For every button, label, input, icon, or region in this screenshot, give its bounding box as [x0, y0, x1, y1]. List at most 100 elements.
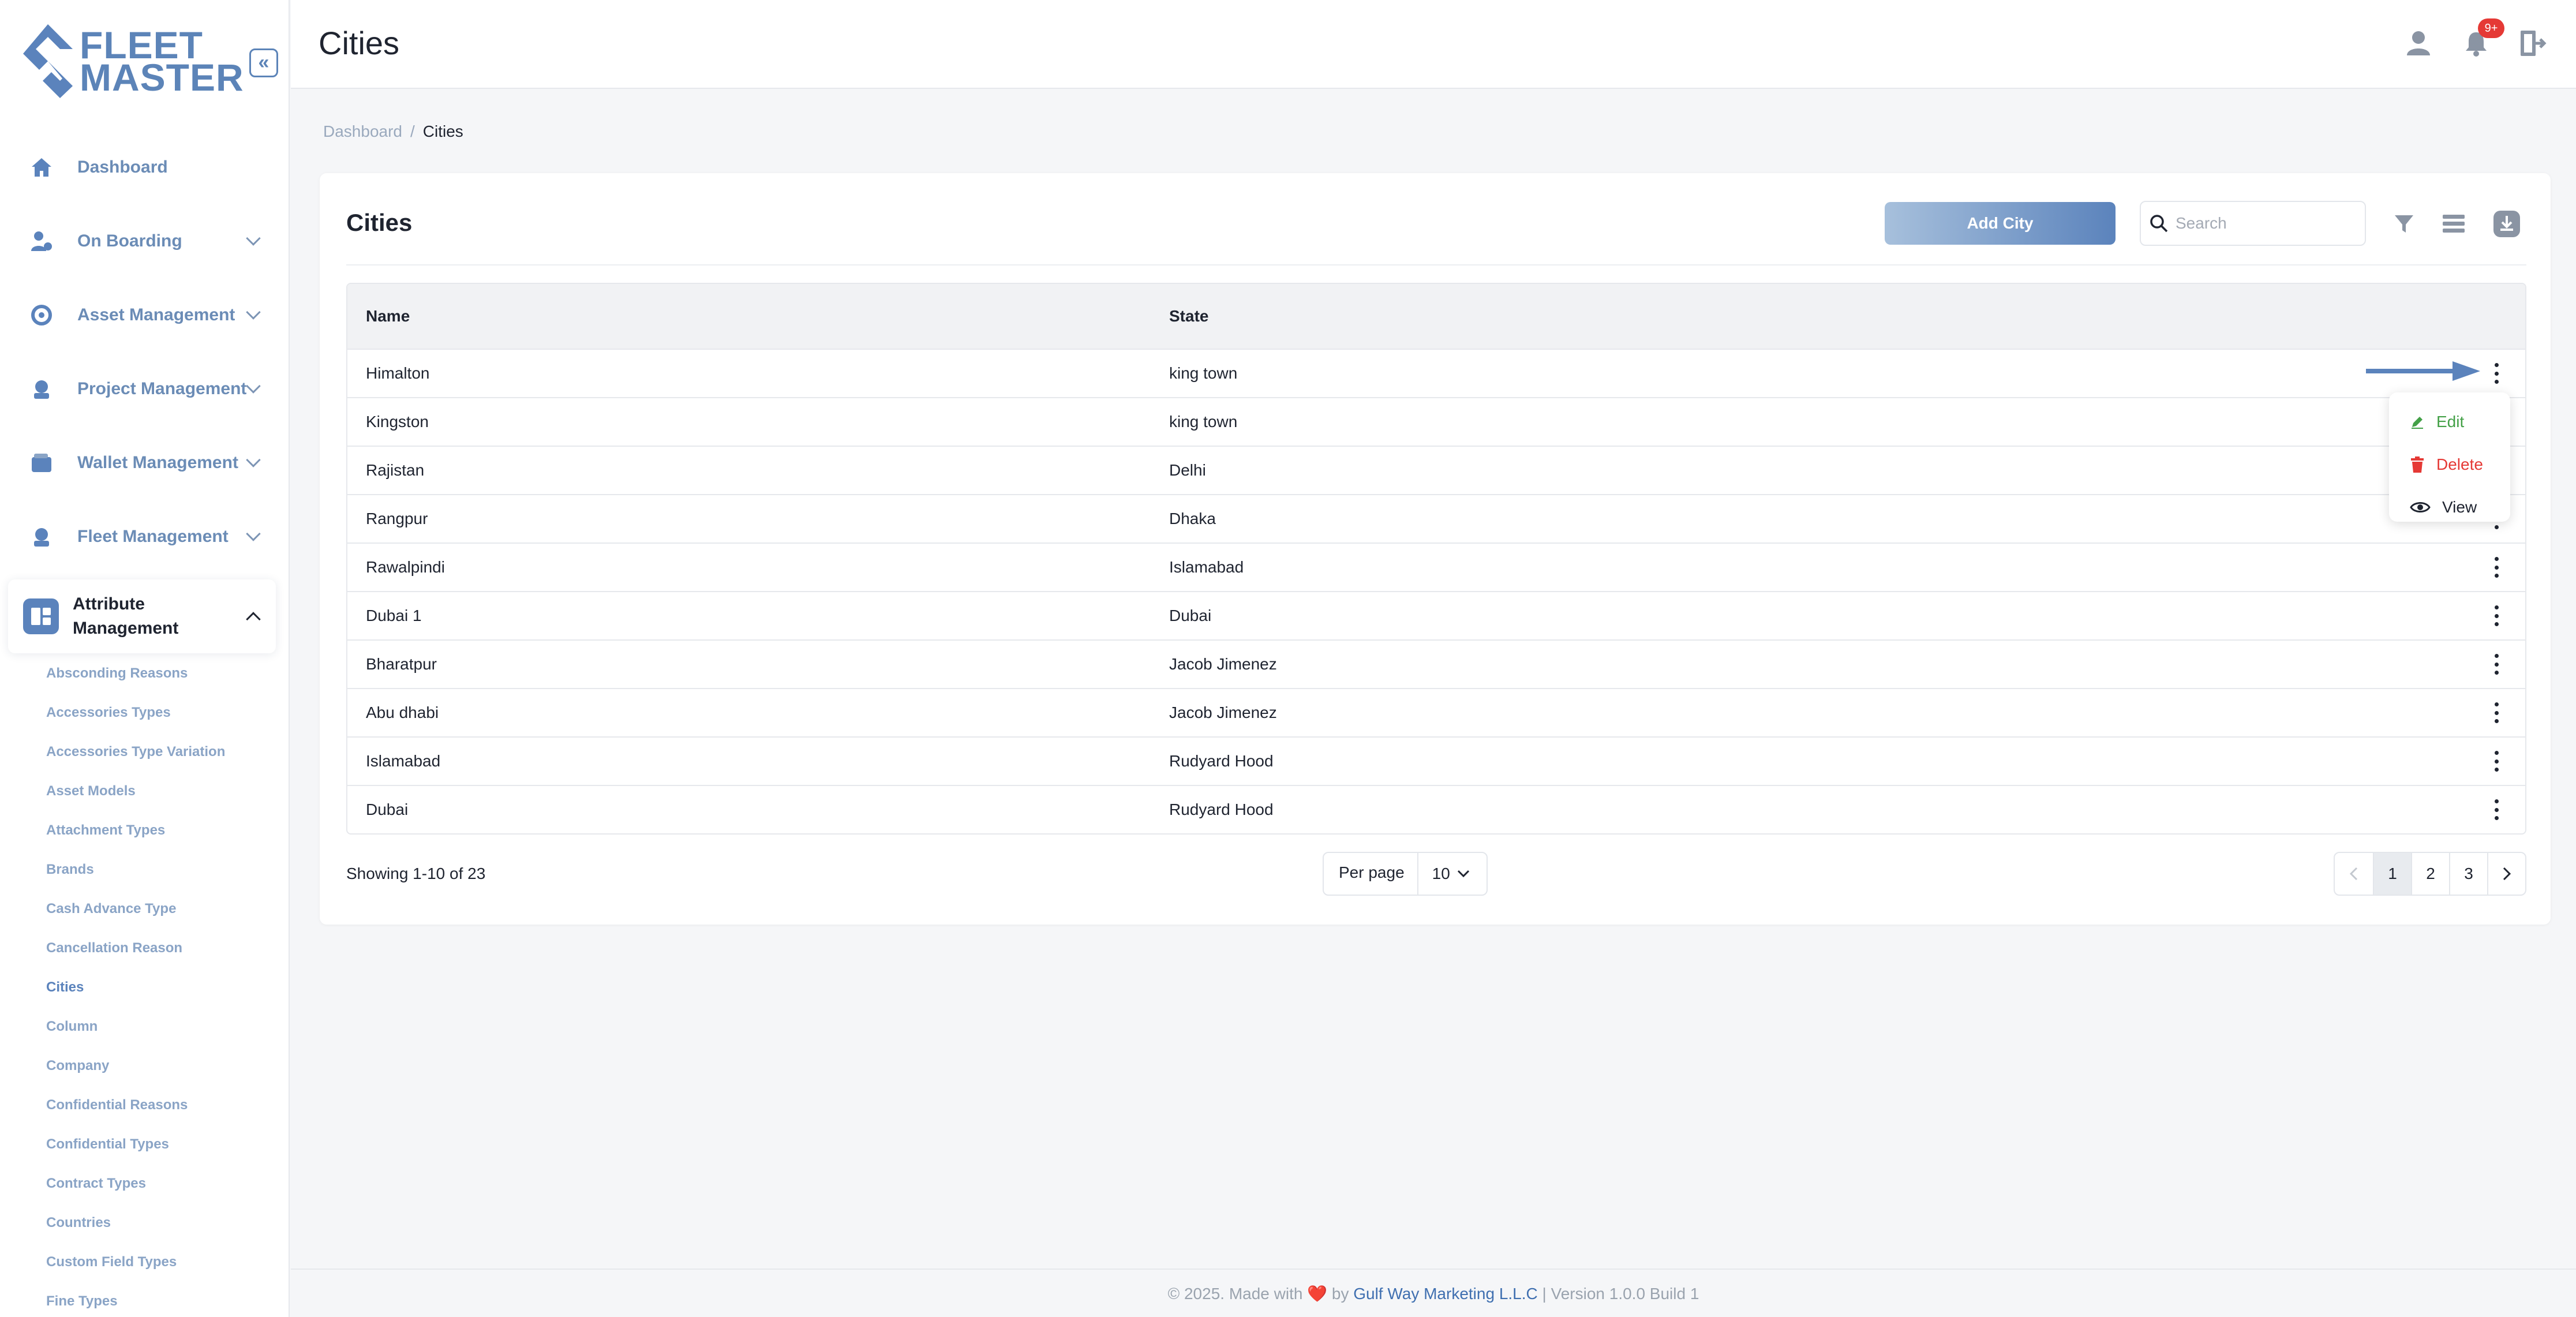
- sidebar-item-label: Wallet Management: [77, 453, 238, 472]
- view-label: View: [2442, 498, 2477, 516]
- footer-version: | Version 1.0.0 Build 1: [1542, 1285, 1699, 1303]
- cell-state: Delhi: [1169, 461, 1206, 479]
- sidebar-item-wallet-management[interactable]: Wallet Management: [8, 426, 276, 500]
- sidebar-item-project-management[interactable]: Project Management: [8, 352, 276, 426]
- footer-company-link[interactable]: Gulf Way Marketing L.L.C: [1353, 1285, 1538, 1303]
- sidebar-item-on-boarding[interactable]: On Boarding: [8, 204, 276, 278]
- sidebar-item-attribute-management[interactable]: Attribute Management: [8, 579, 276, 653]
- subnav-item[interactable]: Accessories Type Variation: [46, 742, 225, 781]
- cell-state: king town: [1169, 413, 1238, 431]
- cell-name: Rangpur: [366, 510, 428, 527]
- subnav-item-cities[interactable]: Cities: [46, 978, 225, 1017]
- table-row: Dubai Rudyard Hood: [347, 785, 2525, 833]
- sidebar-item-dashboard[interactable]: Dashboard: [8, 130, 276, 204]
- logout-icon[interactable]: [2517, 28, 2548, 59]
- chevron-left-icon: [2350, 867, 2358, 881]
- sidebar-item-label: Project Management: [77, 379, 247, 398]
- page-title: Cities: [319, 25, 400, 61]
- home-icon: [29, 155, 54, 180]
- subnav-item[interactable]: Accessories Types: [46, 703, 225, 742]
- subnav-item[interactable]: Asset Models: [46, 781, 225, 821]
- cell-name: Rawalpindi: [366, 558, 445, 576]
- sidebar-item-label: Attribute Management: [73, 594, 179, 638]
- subnav-item[interactable]: Company: [46, 1056, 225, 1095]
- sidebar: FLEET MASTER « Dashboard On Boarding Ass…: [0, 0, 290, 1317]
- row-action-menu: Edit Delete View: [2389, 392, 2510, 522]
- column-header-state[interactable]: State: [1169, 307, 1208, 325]
- filter-icon[interactable]: [2389, 209, 2419, 239]
- heart-icon: ❤️: [1307, 1285, 1328, 1303]
- chevron-up-icon: [246, 612, 261, 627]
- page-button-2[interactable]: 2: [2411, 853, 2449, 895]
- row-actions-icon[interactable]: [2491, 555, 2502, 580]
- cell-name: Bharatpur: [366, 655, 437, 673]
- breadcrumb-dashboard[interactable]: Dashboard: [323, 122, 402, 140]
- chevron-down-icon: [246, 305, 261, 320]
- subnav-item[interactable]: Countries: [46, 1213, 225, 1252]
- view-menu-item[interactable]: View: [2389, 486, 2510, 529]
- per-page-value: 10: [1432, 865, 1450, 882]
- row-actions-icon[interactable]: [2491, 652, 2502, 677]
- subnav-item[interactable]: Cancellation Reason: [46, 938, 225, 978]
- sidebar-item-asset-management[interactable]: Asset Management: [8, 278, 276, 352]
- wallet-icon: [29, 450, 54, 476]
- trash-icon: [2411, 457, 2424, 473]
- footer-by: by: [1331, 1285, 1349, 1303]
- table-row: Bharatpur Jacob Jimenez: [347, 639, 2525, 688]
- sidebar-subnav: Absconding Reasons Accessories Types Acc…: [46, 664, 225, 1317]
- subnav-item[interactable]: Cash Advance Type: [46, 899, 225, 938]
- project-icon: [29, 376, 54, 402]
- subnav-item[interactable]: Brands: [46, 860, 225, 899]
- sidebar-nav: Dashboard On Boarding Asset Management P…: [8, 130, 276, 653]
- logo[interactable]: FLEET MASTER: [22, 23, 244, 99]
- subnav-item[interactable]: Column: [46, 1017, 225, 1056]
- prev-page-button[interactable]: [2335, 853, 2373, 895]
- showing-count: Showing 1-10 of 23: [346, 865, 486, 882]
- chevron-down-icon: [246, 452, 261, 467]
- next-page-button[interactable]: [2487, 853, 2525, 895]
- search-box: [2140, 201, 2366, 246]
- eye-icon: [2410, 502, 2431, 512]
- row-actions-icon[interactable]: [2491, 700, 2502, 725]
- page-button-3[interactable]: 3: [2449, 853, 2487, 895]
- subnav-item[interactable]: Fine Types: [46, 1292, 225, 1317]
- sidebar-item-label: Asset Management: [77, 305, 235, 324]
- user-icon[interactable]: [2403, 28, 2434, 59]
- row-actions-icon[interactable]: [2491, 749, 2502, 774]
- row-actions-icon[interactable]: [2491, 797, 2502, 822]
- sidebar-item-label: On Boarding: [77, 231, 182, 250]
- attribute-icon: [23, 598, 59, 634]
- fleet-icon: [29, 524, 54, 549]
- subnav-item[interactable]: Confidential Reasons: [46, 1095, 225, 1135]
- onboarding-icon: [29, 229, 54, 254]
- bell-icon[interactable]: 9+: [2461, 18, 2504, 59]
- delete-menu-item[interactable]: Delete: [2389, 443, 2510, 486]
- column-header-name[interactable]: Name: [366, 307, 410, 325]
- table-row: Islamabad Rudyard Hood: [347, 736, 2525, 785]
- cell-state: Rudyard Hood: [1169, 752, 1274, 770]
- cities-card: Cities Add City Name State Himalton king …: [320, 173, 2551, 925]
- subnav-item[interactable]: Confidential Types: [46, 1135, 225, 1174]
- per-page-select[interactable]: Per page 10: [1323, 852, 1488, 896]
- subnav-item[interactable]: Contract Types: [46, 1174, 225, 1213]
- search-input[interactable]: [2176, 214, 2349, 233]
- columns-icon[interactable]: [2439, 209, 2469, 239]
- subnav-item[interactable]: Attachment Types: [46, 821, 225, 860]
- edit-menu-item[interactable]: Edit: [2389, 401, 2510, 443]
- subnav-item[interactable]: Custom Field Types: [46, 1252, 225, 1292]
- footer-prefix: © 2025. Made with: [1167, 1285, 1303, 1303]
- page-button-1[interactable]: 1: [2373, 853, 2411, 895]
- subnav-item[interactable]: Absconding Reasons: [46, 664, 225, 703]
- chevron-down-icon: [246, 379, 261, 394]
- edit-label: Edit: [2436, 413, 2465, 431]
- add-city-button[interactable]: Add City: [1885, 202, 2116, 245]
- row-actions-icon[interactable]: [2491, 603, 2502, 628]
- row-actions-icon[interactable]: [2491, 361, 2502, 386]
- chevron-down-icon: [1457, 870, 1469, 878]
- table-footer: Showing 1-10 of 23 Per page 10 1 2 3: [346, 852, 2526, 896]
- cell-state: Jacob Jimenez: [1169, 704, 1277, 721]
- logo-mark-icon: [23, 24, 73, 98]
- download-icon[interactable]: [2492, 209, 2522, 239]
- collapse-sidebar-button[interactable]: «: [249, 48, 278, 77]
- sidebar-item-fleet-management[interactable]: Fleet Management: [8, 500, 276, 574]
